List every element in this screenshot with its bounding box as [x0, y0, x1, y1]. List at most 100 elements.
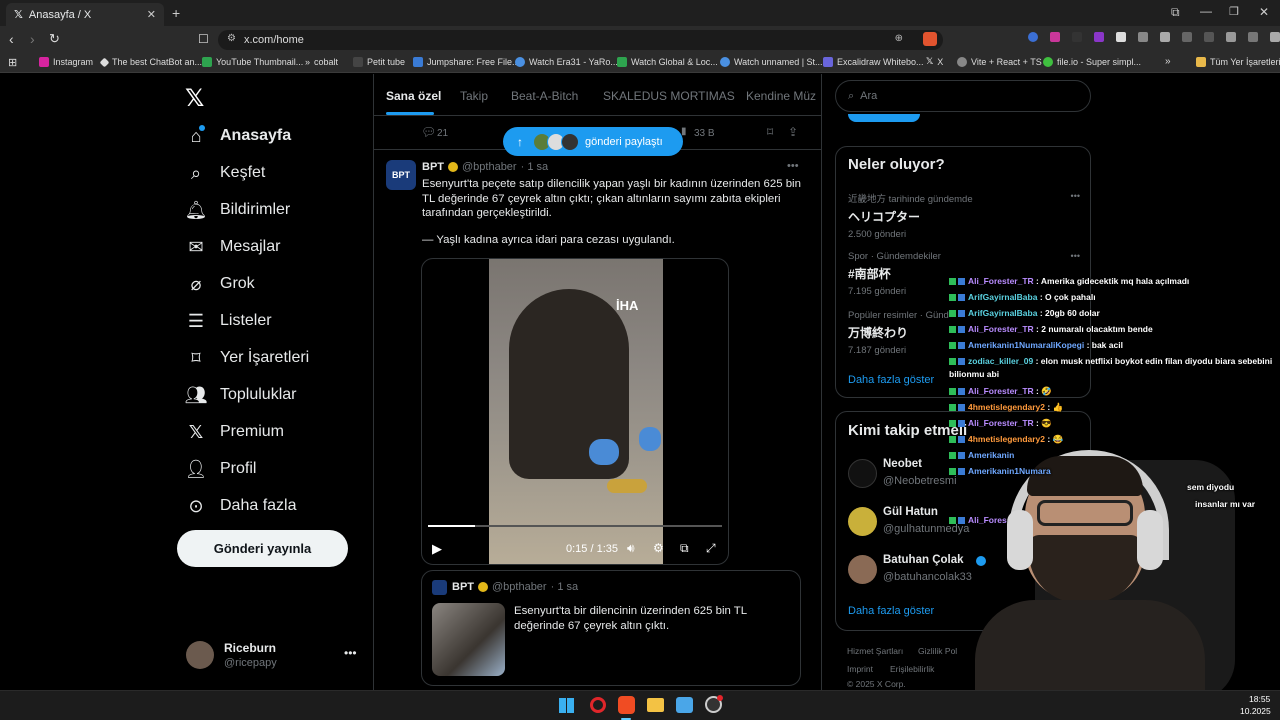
- more-dots-icon[interactable]: •••: [1071, 191, 1080, 201]
- nav-notifications[interactable]: 🔔︎ Bildirimler: [185, 200, 291, 220]
- nav-premium[interactable]: 𝕏 Premium: [186, 421, 284, 443]
- bookmark-item[interactable]: The best ChatBot an...: [99, 57, 202, 67]
- vpn-icon[interactable]: [1248, 32, 1258, 42]
- brave-icon[interactable]: [618, 696, 635, 714]
- extension-icon[interactable]: [1028, 32, 1038, 42]
- premium-x-icon: 𝕏: [188, 421, 204, 443]
- extension-icon[interactable]: [1050, 32, 1060, 42]
- extensions-icon[interactable]: ⧉: [1171, 5, 1180, 20]
- tab-list-3[interactable]: Kendine Müz: [746, 89, 816, 103]
- post-button[interactable]: Gönderi yayınla: [177, 530, 348, 567]
- play-icon[interactable]: ▶: [432, 541, 442, 557]
- tab-list-1[interactable]: Beat-A-Bitch: [511, 89, 578, 103]
- photos-icon[interactable]: [676, 697, 693, 713]
- browser-tab[interactable]: 𝕏 Anasayfa / X ✕: [6, 3, 164, 26]
- dock-icon[interactable]: ⧉: [680, 541, 689, 556]
- fullscreen-icon[interactable]: ⤢: [706, 541, 716, 556]
- extension-icon[interactable]: [1160, 32, 1170, 42]
- bookmark-item[interactable]: YouTube Thumbnail...: [202, 57, 303, 67]
- footer-link[interactable]: Imprint: [847, 664, 873, 674]
- brave-shield-icon[interactable]: [923, 32, 937, 46]
- extension-icon[interactable]: [1204, 32, 1214, 42]
- bookmark-item[interactable]: » cobalt: [305, 57, 338, 67]
- author-handle[interactable]: @bpthaber: [462, 161, 517, 173]
- reply-icon[interactable]: 💬︎: [421, 125, 436, 139]
- account-switcher[interactable]: Riceburn @ricepapy •••: [186, 640, 361, 674]
- settings-icon[interactable]: ⚙: [653, 541, 664, 555]
- volume-icon[interactable]: 🔊︎: [627, 541, 635, 556]
- bookmark-item[interactable]: Watch Global & Loc...: [617, 57, 718, 67]
- tab-for-you[interactable]: Sana özel: [386, 89, 441, 103]
- bookmark-item[interactable]: Vite + React + TS: [957, 57, 1042, 67]
- bookmark-item[interactable]: Instagram: [39, 57, 93, 67]
- video-time: 0:15 / 1:35: [566, 543, 618, 555]
- back-icon[interactable]: ‹: [9, 31, 14, 47]
- nav-more[interactable]: ⊙ Daha fazla: [186, 496, 296, 516]
- extension-icon[interactable]: [1116, 32, 1126, 42]
- windows-start-icon[interactable]: [559, 698, 574, 713]
- extension-icon[interactable]: [1072, 32, 1082, 42]
- post-time[interactable]: · 1 sa: [521, 161, 549, 173]
- minimize-icon[interactable]: —: [1200, 4, 1212, 18]
- show-more-follow-link[interactable]: Daha fazla göster: [848, 605, 934, 617]
- bookmark-item[interactable]: Watch unnamed | St...: [720, 57, 823, 67]
- close-tab-icon[interactable]: ✕: [147, 8, 156, 21]
- more-dots-icon[interactable]: •••: [344, 646, 357, 660]
- quoted-tweet[interactable]: BPT @bpthaber · 1 sa Esenyurt'ta bir dil…: [421, 570, 801, 686]
- share-icon[interactable]: ⇪: [788, 125, 798, 139]
- close-window-icon[interactable]: ✕: [1259, 5, 1269, 19]
- communities-icon: 👥︎: [184, 384, 208, 405]
- file-explorer-icon[interactable]: [647, 698, 664, 712]
- clock-time[interactable]: 18:55: [1249, 694, 1270, 704]
- new-tab-icon[interactable]: +: [172, 5, 180, 21]
- excalidraw-icon: [823, 57, 833, 67]
- more-dots-icon[interactable]: •••: [787, 160, 799, 172]
- bookmark-item[interactable]: Petit tube: [353, 57, 405, 67]
- bookmark-item[interactable]: 𝕏X: [926, 57, 943, 67]
- opera-icon[interactable]: [590, 697, 606, 713]
- tab-following[interactable]: Takip: [460, 89, 488, 103]
- trend-item[interactable]: 近畿地方 tarihinde gündemde ヘリコプター 2.500 gön…: [848, 191, 1080, 240]
- menu-icon[interactable]: [1270, 32, 1280, 42]
- more-bookmarks-icon[interactable]: »: [1165, 56, 1171, 67]
- bookmark-item[interactable]: file.io - Super simpl...: [1043, 57, 1141, 67]
- bookmark-icon[interactable]: ⌑: [767, 125, 773, 139]
- search-box[interactable]: ⌕ Ara: [835, 80, 1091, 112]
- bookmark-page-icon[interactable]: ☐: [198, 32, 209, 46]
- nav-explore[interactable]: ⌕ Keşfet: [186, 163, 265, 183]
- site-info-icon[interactable]: ⚙: [227, 33, 236, 44]
- clock-date[interactable]: 10.2025: [1240, 706, 1271, 716]
- nav-communities[interactable]: 👥︎ Topluluklar: [184, 384, 297, 405]
- nav-messages[interactable]: ✉ Mesajlar: [186, 237, 280, 257]
- extension-icon[interactable]: [1094, 32, 1104, 42]
- zoom-icon[interactable]: ⊕: [895, 33, 903, 44]
- author-name[interactable]: BPT: [422, 161, 444, 173]
- nav-grok[interactable]: ⌀ Grok: [186, 274, 255, 294]
- subscribe-button-partial[interactable]: [848, 114, 920, 122]
- nav-profile[interactable]: 👤︎ Profil: [185, 459, 257, 479]
- url-field[interactable]: ⚙ x.com/home ⊕: [218, 30, 943, 50]
- show-more-trends-link[interactable]: Daha fazla göster: [848, 374, 934, 386]
- all-bookmarks-folder[interactable]: Tüm Yer İşaretleri: [1196, 57, 1280, 67]
- tab-list-2[interactable]: SKALEDUS MORTIMAS: [603, 89, 735, 103]
- tweet[interactable]: BPT BPT @bpthaber · 1 sa ••• Esenyurt'ta…: [374, 151, 821, 690]
- bookmark-item[interactable]: Jumpshare: Free File...: [413, 57, 520, 67]
- nav-lists[interactable]: ☰ Listeler: [186, 311, 272, 331]
- bookmark-item[interactable]: Excalidraw Whitebo...: [823, 57, 924, 67]
- video-player[interactable]: İHA ▶ 0:15 / 1:35 🔊︎ ⚙ ⧉ ⤢: [421, 258, 729, 565]
- forward-icon[interactable]: ›: [30, 31, 35, 47]
- trend-item[interactable]: Spor · Gündemdekiler #南部杯 7.195 gönderi …: [848, 251, 1080, 297]
- footer-link[interactable]: Erişilebilirlik: [890, 664, 934, 674]
- nav-bookmarks[interactable]: ⌑ Yer İşaretleri: [186, 348, 309, 368]
- music-icon[interactable]: [1226, 32, 1236, 42]
- footer-link[interactable]: Hizmet Şartları: [847, 646, 903, 656]
- bookmark-item[interactable]: Watch Era31 - YaRo...: [515, 57, 618, 67]
- apps-icon[interactable]: ⊞: [8, 56, 17, 69]
- maximize-icon[interactable]: ❐: [1229, 5, 1239, 18]
- more-dots-icon[interactable]: •••: [1071, 251, 1080, 261]
- chat-message: ArifGayirnalBaba : O çok pahalı: [949, 292, 1096, 302]
- reload-icon[interactable]: ↻: [49, 31, 60, 47]
- extension-icon[interactable]: [1138, 32, 1148, 42]
- extension-icon[interactable]: [1182, 32, 1192, 42]
- x-logo-icon[interactable]: 𝕏: [185, 84, 204, 112]
